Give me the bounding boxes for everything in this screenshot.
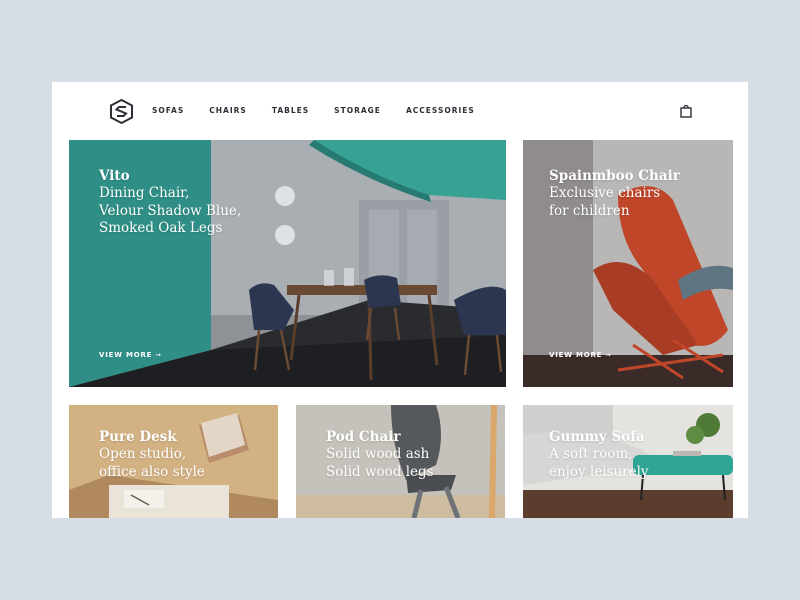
nav-item-sofas[interactable]: SOFAS <box>152 106 184 115</box>
card-subtitle-line: enjoy leisurely <box>549 463 649 480</box>
shopping-bag-icon[interactable] <box>680 104 692 118</box>
card-title: Spainmboo Chair <box>549 168 680 184</box>
arrow-right-icon: ➞ <box>155 351 162 359</box>
card-text: Spainmboo Chair Exclusive chairs for chi… <box>549 168 680 220</box>
card-title: Vito <box>99 168 130 184</box>
logo-icon[interactable] <box>110 99 133 124</box>
nav-menu: SOFAS CHAIRS TABLES STORAGE ACCESSORIES <box>152 106 500 115</box>
product-card-spainmboo-chair[interactable]: Spainmboo Chair Exclusive chairs for chi… <box>523 140 733 387</box>
nav-item-chairs[interactable]: CHAIRS <box>209 106 247 115</box>
view-more-link[interactable]: VIEW MORE ➞ <box>99 351 162 359</box>
view-more-label: VIEW MORE <box>549 351 603 359</box>
site-frame: SOFAS CHAIRS TABLES STORAGE ACCESSORIES <box>52 82 748 518</box>
card-title: Pod Chair <box>326 429 401 445</box>
card-subtitle-line: office also style <box>99 463 205 480</box>
card-text: Vito Dining Chair, Velour Shadow Blue, S… <box>99 168 241 238</box>
product-card-gummy-sofa[interactable]: Gummy Sofa A soft room, enjoy leisurely <box>523 405 733 518</box>
card-subtitle-line: Dining Chair, <box>99 185 190 201</box>
product-card-vito[interactable]: Vito Dining Chair, Velour Shadow Blue, S… <box>69 140 506 387</box>
card-text: Pure Desk Open studio, office also style <box>99 429 205 481</box>
view-more-link[interactable]: VIEW MORE ➞ <box>549 351 612 359</box>
product-card-pure-desk[interactable]: Pure Desk Open studio, office also style <box>69 405 278 518</box>
card-subtitle-line: Solid wood legs <box>326 463 434 480</box>
nav-item-storage[interactable]: STORAGE <box>334 106 381 115</box>
card-title: Pure Desk <box>99 429 177 445</box>
card-title: Gummy Sofa <box>549 429 645 445</box>
nav-item-tables[interactable]: TABLES <box>272 106 309 115</box>
card-subtitle-line: Exclusive chairs <box>549 185 661 201</box>
card-text: Gummy Sofa A soft room, enjoy leisurely <box>549 429 649 481</box>
card-subtitle-line: Smoked Oak Legs <box>99 220 223 236</box>
card-subtitle-line: Solid wood ash <box>326 446 430 462</box>
product-card-pod-chair[interactable]: Pod Chair Solid wood ash Solid wood legs <box>296 405 505 518</box>
top-nav: SOFAS CHAIRS TABLES STORAGE ACCESSORIES <box>52 82 748 140</box>
card-subtitle-line: Open studio, <box>99 446 187 462</box>
arrow-right-icon: ➞ <box>605 351 612 359</box>
card-text: Pod Chair Solid wood ash Solid wood legs <box>326 429 434 481</box>
card-subtitle-line: A soft room, <box>549 446 633 462</box>
card-subtitle-line: Velour Shadow Blue, <box>99 202 242 219</box>
card-subtitle-line: for children <box>549 202 630 219</box>
nav-item-accessories[interactable]: ACCESSORIES <box>406 106 475 115</box>
view-more-label: VIEW MORE <box>99 351 153 359</box>
